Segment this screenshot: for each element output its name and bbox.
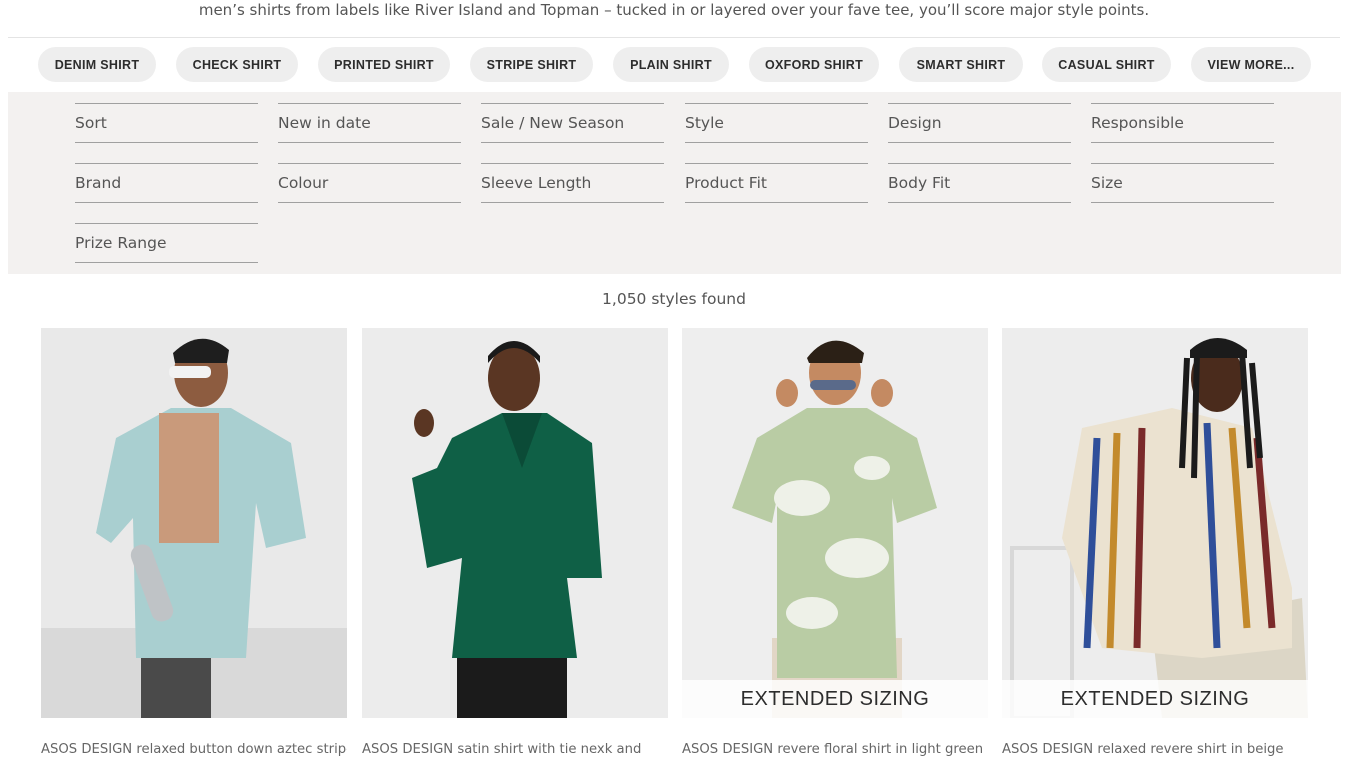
filter-sort[interactable]: Sort — [75, 103, 258, 143]
product-card: EXTENDED SIZING ASOS DESIGN revere flora… — [682, 328, 988, 757]
filter-brand[interactable]: Brand — [75, 163, 258, 203]
chip-printed-shirt[interactable]: PRINTED SHIRT — [318, 47, 450, 82]
product-photo-illustration — [362, 328, 668, 718]
category-chips-bar: DENIM SHIRT CHECK SHIRT PRINTED SHIRT ST… — [0, 47, 1348, 82]
filter-design[interactable]: Design — [888, 103, 1071, 143]
product-image[interactable] — [362, 328, 668, 718]
product-title[interactable]: ASOS DESIGN satin shirt with tie nexk an… — [362, 742, 668, 757]
chip-denim-shirt[interactable]: DENIM SHIRT — [38, 47, 156, 82]
product-image[interactable]: EXTENDED SIZING — [682, 328, 988, 718]
filter-prize-range[interactable]: Prize Range — [75, 223, 258, 263]
filter-responsible[interactable]: Responsible — [1091, 103, 1274, 143]
filter-new-in-date[interactable]: New in date — [278, 103, 461, 143]
product-title[interactable]: ASOS DESIGN relaxed button down aztec st… — [41, 742, 347, 757]
filter-size[interactable]: Size — [1091, 163, 1274, 203]
product-card: ASOS DESIGN satin shirt with tie nexk an… — [362, 328, 668, 757]
category-description: men’s shirts from labels like River Isla… — [198, 1, 1150, 19]
filter-sale-new-season[interactable]: Sale / New Season — [481, 103, 664, 143]
chip-view-more[interactable]: VIEW MORE... — [1191, 47, 1311, 82]
chip-plain-shirt[interactable]: PLAIN SHIRT — [613, 47, 729, 82]
product-image[interactable] — [41, 328, 347, 718]
product-image[interactable]: EXTENDED SIZING — [1002, 328, 1308, 718]
chip-check-shirt[interactable]: CHECK SHIRT — [176, 47, 298, 82]
filter-body-fit[interactable]: Body Fit — [888, 163, 1071, 203]
product-photo-illustration — [682, 328, 988, 718]
filter-panel: Sort New in date Sale / New Season Style… — [8, 92, 1341, 274]
divider — [8, 37, 1340, 38]
product-card: ASOS DESIGN relaxed button down aztec st… — [41, 328, 347, 757]
product-title[interactable]: ASOS DESIGN relaxed revere shirt in beig… — [1002, 742, 1308, 757]
product-title[interactable]: ASOS DESIGN revere floral shirt in light… — [682, 742, 988, 757]
filter-colour[interactable]: Colour — [278, 163, 461, 203]
filter-style[interactable]: Style — [685, 103, 868, 143]
product-card: EXTENDED SIZING ASOS DESIGN relaxed reve… — [1002, 328, 1308, 757]
chip-smart-shirt[interactable]: SMART SHIRT — [899, 47, 1023, 82]
product-photo-illustration — [1002, 328, 1308, 718]
product-badge: EXTENDED SIZING — [1002, 680, 1308, 718]
chip-stripe-shirt[interactable]: STRIPE SHIRT — [470, 47, 593, 82]
filter-sleeve-length[interactable]: Sleeve Length — [481, 163, 664, 203]
filter-product-fit[interactable]: Product Fit — [685, 163, 868, 203]
chip-casual-shirt[interactable]: CASUAL SHIRT — [1042, 47, 1171, 82]
chip-oxford-shirt[interactable]: OXFORD SHIRT — [749, 47, 879, 82]
product-photo-illustration — [41, 328, 347, 718]
product-badge: EXTENDED SIZING — [682, 680, 988, 718]
results-count: 1,050 styles found — [602, 290, 746, 308]
